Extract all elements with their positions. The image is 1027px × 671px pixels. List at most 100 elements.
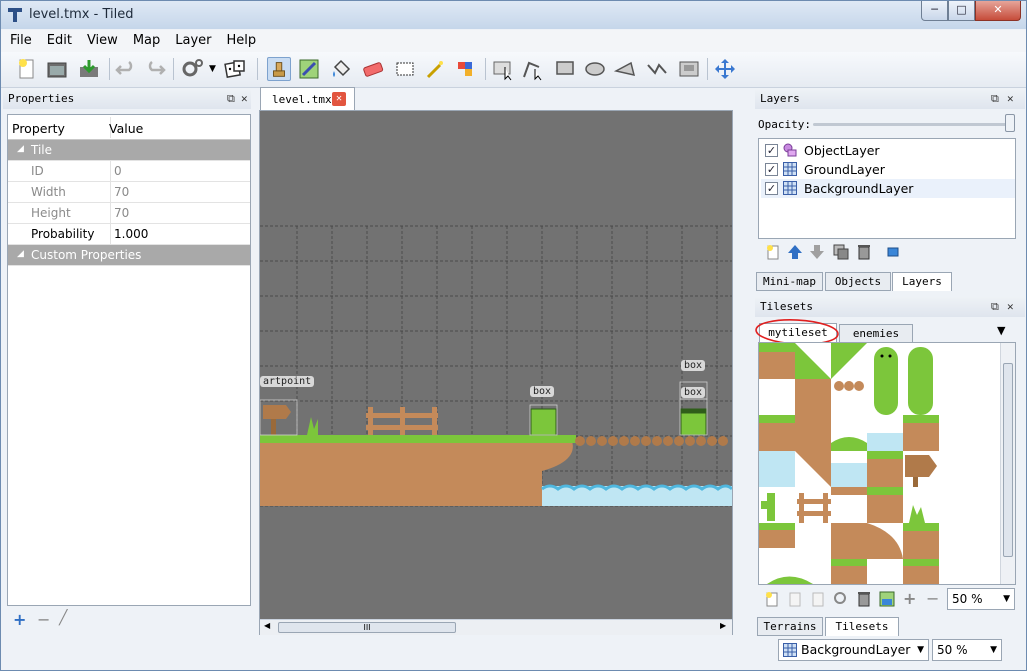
tileset-properties-icon[interactable] — [833, 591, 849, 607]
chevron-down-icon[interactable]: ▼ — [990, 640, 997, 660]
layer-visibility-checkbox[interactable]: ✓ — [765, 182, 778, 195]
new-tileset-icon[interactable] — [764, 591, 780, 607]
layer-row-objectlayer[interactable]: ✓ ObjectLayer — [761, 141, 1015, 160]
object-label-box[interactable]: box — [530, 386, 555, 397]
tab-terrains[interactable]: Terrains — [757, 617, 823, 636]
float-dock-button[interactable]: ⧉ — [991, 297, 999, 317]
chevron-down-icon[interactable]: ▼ — [917, 640, 924, 660]
menu-layer[interactable]: Layer — [166, 30, 217, 48]
opacity-slider-handle[interactable] — [1005, 114, 1015, 132]
insert-tile-icon[interactable] — [677, 57, 701, 81]
layer-properties-icon[interactable] — [885, 244, 901, 260]
float-dock-button[interactable]: ⧉ — [991, 89, 999, 109]
import-tileset-icon[interactable] — [787, 591, 803, 607]
layer-visibility-checkbox[interactable]: ✓ — [765, 144, 778, 157]
rectangle-select-icon[interactable] — [393, 57, 417, 81]
group-custom-properties[interactable]: ◢ Custom Properties — [8, 245, 250, 266]
layer-visibility-checkbox[interactable]: ✓ — [765, 163, 778, 176]
terrain-brush-icon[interactable] — [297, 57, 321, 81]
new-file-icon[interactable] — [15, 57, 39, 81]
object-label-box[interactable]: box — [681, 387, 706, 398]
random-mode-icon[interactable] — [223, 57, 247, 81]
menu-file[interactable]: File — [1, 30, 38, 48]
open-folder-icon[interactable] — [45, 57, 69, 81]
float-dock-button[interactable]: ⧉ — [227, 89, 235, 109]
remove-tiles-icon[interactable]: − — [926, 589, 939, 608]
raise-layer-icon[interactable] — [787, 244, 803, 260]
close-dock-button[interactable]: ✕ — [241, 89, 248, 109]
tab-enemies[interactable]: enemies — [839, 324, 913, 343]
layer-row-groundlayer[interactable]: ✓ GroundLayer — [761, 160, 1015, 179]
commands-dropdown-icon[interactable]: ▼ — [209, 64, 216, 74]
horizontal-scrollbar[interactable]: ◀ III ▶ — [260, 619, 732, 635]
commands-icon[interactable] — [181, 57, 205, 81]
tab-mini-map[interactable]: Mini-map — [756, 272, 823, 291]
minimize-button[interactable]: ─ — [921, 1, 948, 21]
select-same-tile-icon[interactable] — [455, 57, 479, 81]
scrollbar-thumb[interactable]: III — [278, 622, 456, 633]
map-canvas[interactable]: artpoint box box box — [259, 110, 733, 635]
tab-level-tmx[interactable]: level.tmx ✕ — [260, 87, 355, 110]
delete-layer-icon[interactable] — [856, 244, 872, 260]
property-column-header[interactable]: Property — [12, 121, 65, 136]
redo-icon[interactable] — [143, 57, 167, 81]
close-dock-button[interactable]: ✕ — [1007, 297, 1014, 317]
tileset-zoom-combo[interactable]: 50 % ▼ — [947, 588, 1015, 610]
insert-ellipse-icon[interactable] — [583, 57, 607, 81]
add-layer-icon[interactable] — [765, 244, 781, 260]
stamp-brush-icon[interactable] — [267, 57, 291, 81]
insert-polygon-icon[interactable] — [613, 57, 637, 81]
tileset-view[interactable] — [758, 342, 1016, 585]
value-column-header[interactable]: Value — [109, 121, 143, 136]
add-tiles-icon[interactable]: + — [903, 589, 916, 608]
chevron-down-icon[interactable]: ▼ — [1003, 589, 1010, 609]
menu-map[interactable]: Map — [124, 30, 166, 48]
close-dock-button[interactable]: ✕ — [1007, 89, 1014, 109]
select-objects-icon[interactable] — [491, 57, 515, 81]
bucket-fill-icon[interactable] — [329, 57, 353, 81]
menu-edit[interactable]: Edit — [38, 30, 78, 48]
move-icon[interactable] — [713, 57, 737, 81]
property-row[interactable]: Probability 1.000 — [8, 224, 250, 245]
collapse-arrow-icon[interactable]: ◢ — [17, 249, 24, 259]
insert-polyline-icon[interactable] — [645, 57, 669, 81]
eraser-icon[interactable] — [361, 57, 385, 81]
scroll-left-icon[interactable]: ◀ — [264, 621, 270, 630]
rename-property-icon[interactable]: ╱ — [59, 610, 67, 626]
map-zoom-combo[interactable]: 50 % ▼ — [932, 639, 1002, 661]
export-tileset-icon[interactable] — [810, 591, 826, 607]
magic-wand-icon[interactable] — [423, 57, 447, 81]
scroll-right-icon[interactable]: ▶ — [720, 621, 726, 630]
maximize-button[interactable]: □ — [948, 1, 975, 21]
layer-row-backgroundlayer[interactable]: ✓ BackgroundLayer — [761, 179, 1015, 198]
tab-objects[interactable]: Objects — [825, 272, 891, 291]
opacity-slider[interactable] — [813, 123, 1011, 126]
edit-polygons-icon[interactable] — [521, 57, 545, 81]
object-label-box[interactable]: box — [681, 360, 706, 371]
remove-property-icon[interactable]: − — [37, 610, 50, 629]
edit-terrain-icon[interactable] — [879, 591, 895, 607]
tilesets-menu-dropdown-icon[interactable]: ▼ — [997, 324, 1005, 337]
map-view[interactable] — [260, 111, 732, 619]
scrollbar-thumb[interactable] — [1003, 363, 1013, 557]
save-icon[interactable] — [77, 57, 101, 81]
menu-view[interactable]: View — [78, 30, 124, 48]
object-label-startpoint[interactable]: artpoint — [260, 376, 315, 387]
tab-layers[interactable]: Layers — [892, 272, 952, 291]
menu-help[interactable]: Help — [218, 30, 263, 48]
close-button[interactable]: ✕ — [975, 1, 1021, 21]
property-value[interactable]: 1.000 — [114, 227, 148, 241]
add-property-icon[interactable]: + — [13, 610, 26, 629]
lower-layer-icon[interactable] — [809, 244, 825, 260]
current-layer-combo[interactable]: BackgroundLayer ▼ — [778, 639, 929, 661]
tileset-image[interactable] — [759, 343, 1001, 584]
insert-rectangle-icon[interactable] — [553, 57, 577, 81]
close-tab-icon[interactable]: ✕ — [332, 92, 346, 106]
group-tile[interactable]: ◢ Tile — [8, 140, 250, 161]
tileset-vertical-scrollbar[interactable] — [1000, 343, 1015, 584]
delete-tileset-icon[interactable] — [856, 591, 872, 607]
collapse-arrow-icon[interactable]: ◢ — [17, 144, 24, 154]
tab-tilesets[interactable]: Tilesets — [825, 617, 899, 636]
undo-icon[interactable] — [114, 57, 138, 81]
duplicate-layer-icon[interactable] — [833, 244, 849, 260]
